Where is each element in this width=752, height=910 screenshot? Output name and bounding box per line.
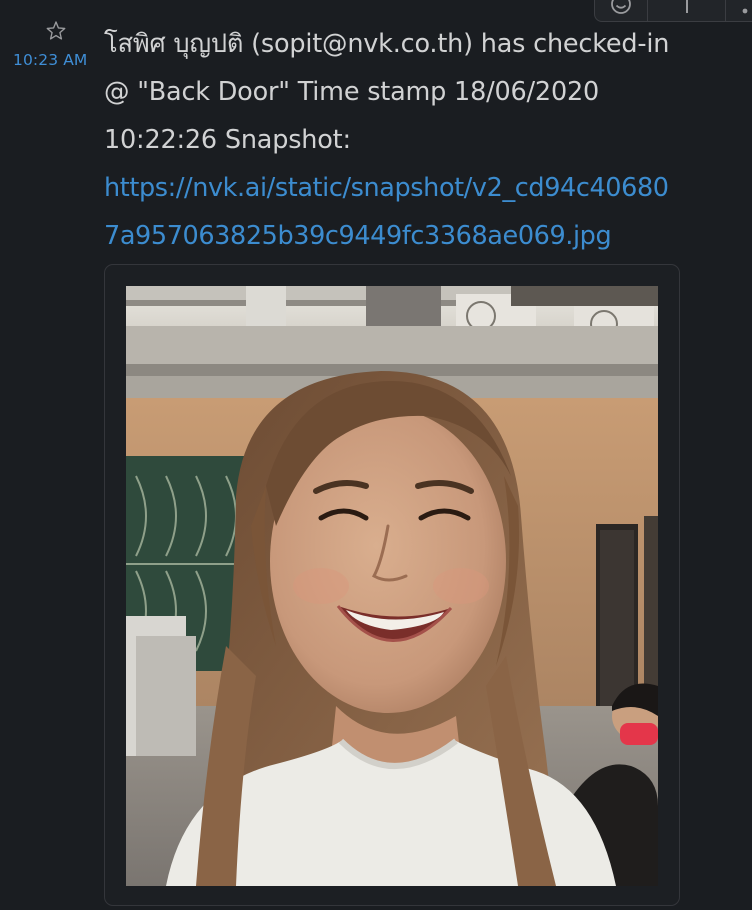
message-body: โสพิศ บุญปติ (sopit@nvk.co.th) has check… bbox=[104, 20, 744, 260]
more-icon bbox=[742, 8, 747, 14]
message-text-line: โสพิศ บุญปติ (sopit@nvk.co.th) has check… bbox=[104, 29, 670, 59]
reply-thread-button[interactable] bbox=[647, 0, 725, 21]
snapshot-link[interactable]: https://nvk.ai/static/snapshot/v2_cd94c4… bbox=[104, 164, 744, 212]
emoji-icon bbox=[611, 0, 631, 14]
message-timestamp[interactable]: 10:23 AM bbox=[13, 51, 87, 69]
message-text-line: @ "Back Door" Time stamp 18/06/2020 bbox=[104, 77, 600, 107]
snapshot-image[interactable] bbox=[126, 286, 658, 886]
message-text-line: 10:22:26 Snapshot: bbox=[104, 125, 351, 155]
add-reaction-button[interactable] bbox=[595, 0, 647, 21]
star-icon[interactable] bbox=[45, 20, 67, 42]
snapshot-link[interactable]: 7a957063825b39c9449fc3368ae069.jpg bbox=[104, 212, 744, 260]
thread-icon bbox=[685, 0, 688, 13]
more-actions-button[interactable] bbox=[725, 0, 752, 21]
message-actions-toolbar bbox=[594, 0, 752, 22]
